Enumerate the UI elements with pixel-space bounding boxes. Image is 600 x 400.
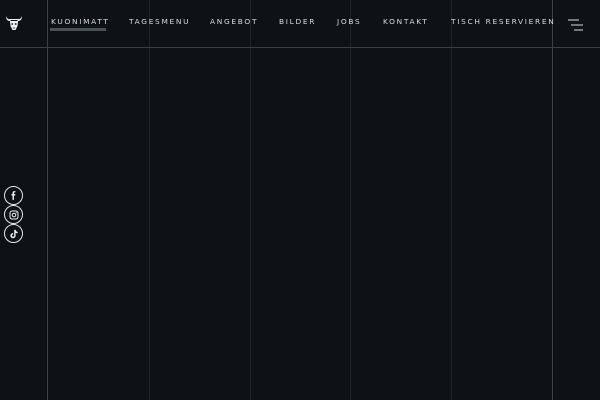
page: KUONIMATT TAGESMENU ANGEBOT BILDER JOBS … bbox=[0, 0, 600, 400]
bull-head-logo-icon[interactable] bbox=[5, 14, 23, 32]
instagram-icon[interactable] bbox=[4, 205, 23, 224]
nav-item-bilder[interactable]: BILDER bbox=[279, 17, 316, 26]
active-nav-indicator bbox=[50, 28, 106, 31]
nav-item-tisch-reservieren[interactable]: TISCH RESERVIEREN bbox=[451, 17, 556, 26]
site-header: KUONIMATT TAGESMENU ANGEBOT BILDER JOBS … bbox=[0, 0, 600, 48]
grid-line-left bbox=[47, 0, 48, 400]
facebook-icon[interactable] bbox=[4, 186, 23, 205]
nav-item-tagesmenu[interactable]: TAGESMENU bbox=[129, 17, 190, 26]
grid-line bbox=[149, 0, 150, 400]
grid-line bbox=[350, 0, 351, 400]
grid-line-right bbox=[552, 0, 553, 400]
nav-item-angebot[interactable]: ANGEBOT bbox=[210, 17, 258, 26]
nav-item-jobs[interactable]: JOBS bbox=[337, 17, 361, 26]
hamburger-menu-icon[interactable] bbox=[567, 17, 584, 31]
nav-item-kuonimatt[interactable]: KUONIMATT bbox=[51, 17, 110, 26]
grid-line bbox=[250, 0, 251, 400]
tiktok-icon[interactable] bbox=[4, 224, 23, 243]
nav-item-kontakt[interactable]: KONTAKT bbox=[383, 17, 428, 26]
grid-line bbox=[451, 0, 452, 400]
